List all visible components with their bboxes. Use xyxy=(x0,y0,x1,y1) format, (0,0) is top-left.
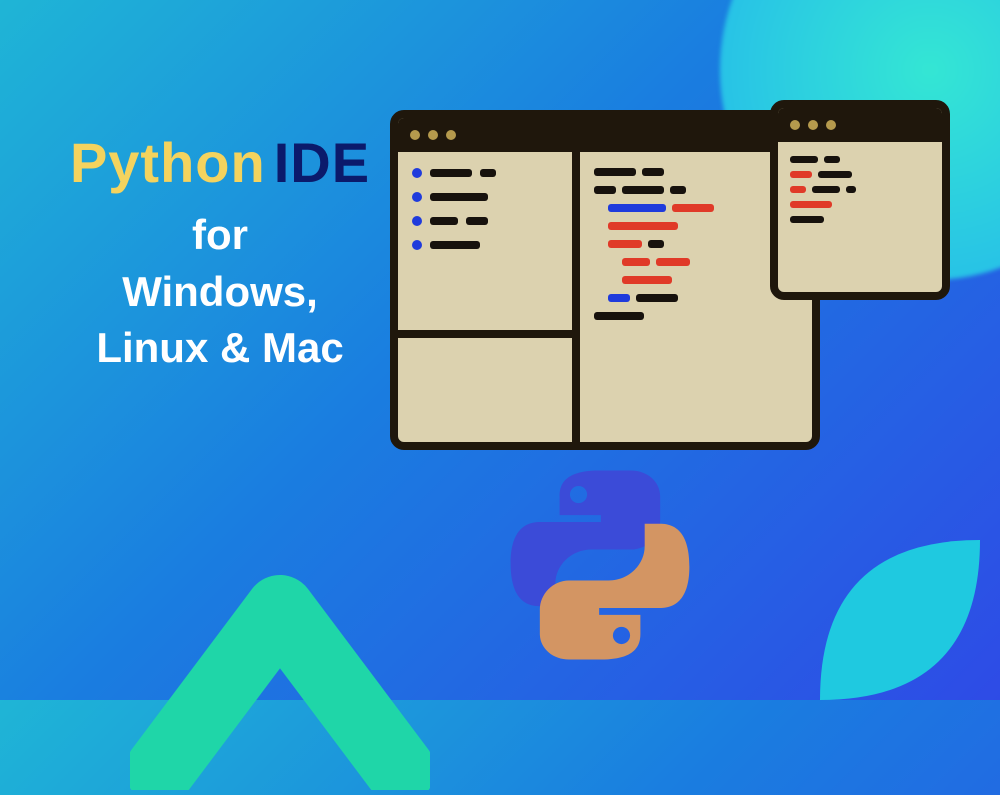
window-dot-icon xyxy=(790,120,800,130)
python-logo-icon xyxy=(490,455,710,675)
window-dot-icon xyxy=(410,130,420,140)
headline-title: PythonIDE xyxy=(50,130,390,195)
ide-mini-titlebar xyxy=(778,108,942,142)
window-dot-icon xyxy=(826,120,836,130)
headline-sub-for: for xyxy=(192,211,248,258)
headline-sub-linuxmac: Linux & Mac xyxy=(96,324,343,371)
bg-leaf-shape xyxy=(780,480,1000,740)
window-dot-icon xyxy=(446,130,456,140)
ide-mini-window xyxy=(770,100,950,300)
ide-sidebar-panel xyxy=(398,152,572,330)
window-dot-icon xyxy=(808,120,818,130)
headline-word-ide: IDE xyxy=(274,131,370,194)
ide-windows-illustration xyxy=(390,100,950,460)
headline-subtitle: for Windows, Linux & Mac xyxy=(50,207,390,377)
ide-main-window xyxy=(390,110,820,450)
ide-mini-editor xyxy=(778,142,942,245)
headline: PythonIDE for Windows, Linux & Mac xyxy=(50,130,390,377)
headline-word-python: Python xyxy=(70,131,266,194)
ide-output-panel xyxy=(398,330,572,442)
window-dot-icon xyxy=(428,130,438,140)
ide-main-titlebar xyxy=(398,118,812,152)
bg-chevron-shape xyxy=(130,490,430,790)
headline-sub-windows: Windows, xyxy=(122,268,318,315)
